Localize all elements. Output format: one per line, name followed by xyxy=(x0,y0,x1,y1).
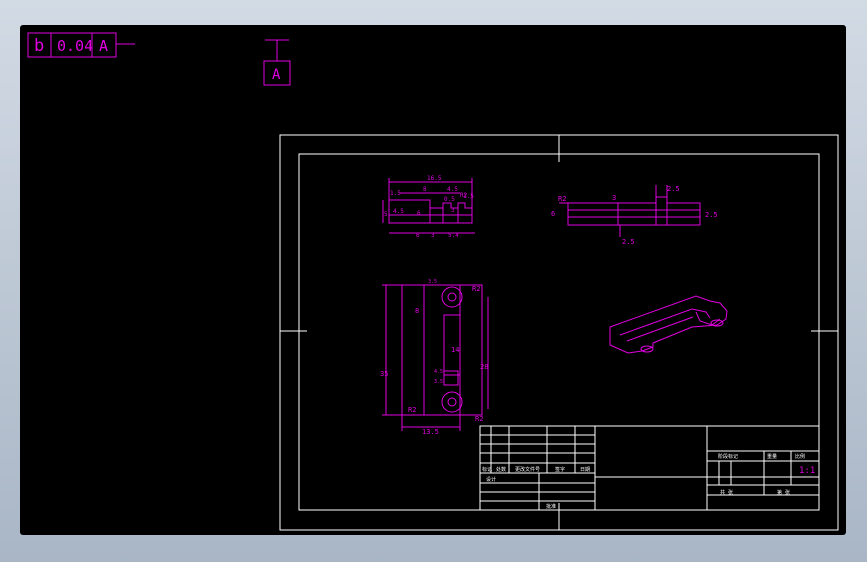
tb-stage: 阶段标记 xyxy=(718,453,738,460)
cad-viewport[interactable]: b 0.04 A A 16.5 1.5 8 4.5 0.5 1.5 5 4.5 … xyxy=(20,25,846,535)
side-dim-1: R2 xyxy=(558,195,566,203)
front-dim-1: 3.5 xyxy=(428,279,437,285)
top-dim-10: 3 xyxy=(451,207,455,214)
top-dim-3: 8 xyxy=(423,186,427,193)
fcf-datum: A xyxy=(99,37,108,55)
datum-flag: A xyxy=(263,39,291,86)
feature-control-frame: b 0.04 A xyxy=(27,32,135,58)
side-dim-2: 3 xyxy=(612,194,616,202)
top-dim-11: 6 xyxy=(416,232,420,239)
top-dim-9: 6 xyxy=(417,210,421,217)
top-dim-13: 5.4 xyxy=(448,232,459,239)
top-dim-4: 4.5 xyxy=(447,186,458,193)
tb-approve: 批准 xyxy=(546,503,556,510)
tb-scale-label: 比例 xyxy=(795,453,805,460)
tb-col-2: 处数 xyxy=(496,466,506,473)
side-view: R2 3 2.5 6 2.5 2.5 xyxy=(551,185,718,246)
front-dim-6: 28 xyxy=(480,363,488,371)
tb-design: 设计 xyxy=(486,476,496,483)
front-dim-4: 14 xyxy=(451,346,459,354)
isometric-view xyxy=(609,295,728,354)
tb-col-4: 签字 xyxy=(555,466,565,473)
tb-weight: 重量 xyxy=(767,453,777,460)
top-dim-2: 1.5 xyxy=(390,190,401,197)
tb-col-3: 更改文件号 xyxy=(515,466,540,473)
front-view: 3.5 R2 8 14 35 28 R2 R2 13.5 4.5 3.5 xyxy=(380,279,489,436)
side-dim-3: 2.5 xyxy=(667,185,680,193)
top-dim-1: 16.5 xyxy=(427,175,442,182)
front-dim-2: R2 xyxy=(472,285,480,293)
datum-flag-letter: A xyxy=(272,67,281,83)
front-dim-11: 3.5 xyxy=(434,379,443,385)
top-dim-5: 0.5 xyxy=(444,196,455,203)
top-dim-14: R2 xyxy=(460,192,468,199)
tb-col-5: 日期 xyxy=(580,467,590,473)
drawing-canvas: b 0.04 A A 16.5 1.5 8 4.5 0.5 1.5 5 4.5 … xyxy=(27,32,839,531)
fcf-tolerance: 0.04 xyxy=(57,37,93,55)
tb-col-1: 标记 xyxy=(482,466,492,473)
front-dim-8: R2 xyxy=(475,415,483,423)
top-dim-12: 3 xyxy=(431,232,435,239)
side-dim-5: 2.5 xyxy=(705,211,718,219)
top-view: 16.5 1.5 8 4.5 0.5 1.5 5 4.5 6 3 6 3 5.4… xyxy=(382,175,475,239)
side-dim-4: 6 xyxy=(551,210,555,218)
front-dim-7: R2 xyxy=(408,406,416,414)
top-dim-8: 4.5 xyxy=(393,208,404,215)
top-dim-7: 5 xyxy=(384,211,388,218)
fcf-symbol: b xyxy=(34,36,44,56)
side-dim-6: 2.5 xyxy=(622,238,635,246)
tb-sheets-total: 共 张 xyxy=(720,489,733,496)
front-dim-5: 35 xyxy=(380,370,388,378)
front-dim-9: 13.5 xyxy=(422,428,439,436)
tb-scale-value: 1:1 xyxy=(799,466,815,476)
front-dim-10: 4.5 xyxy=(434,369,443,375)
tb-sheet-no: 第 张 xyxy=(777,489,790,496)
front-dim-3: 8 xyxy=(415,307,419,315)
title-block: 标记 处数 更改文件号 签字 日期 设计 批准 阶段标记 重量 比例 1:1 共… xyxy=(479,425,820,511)
